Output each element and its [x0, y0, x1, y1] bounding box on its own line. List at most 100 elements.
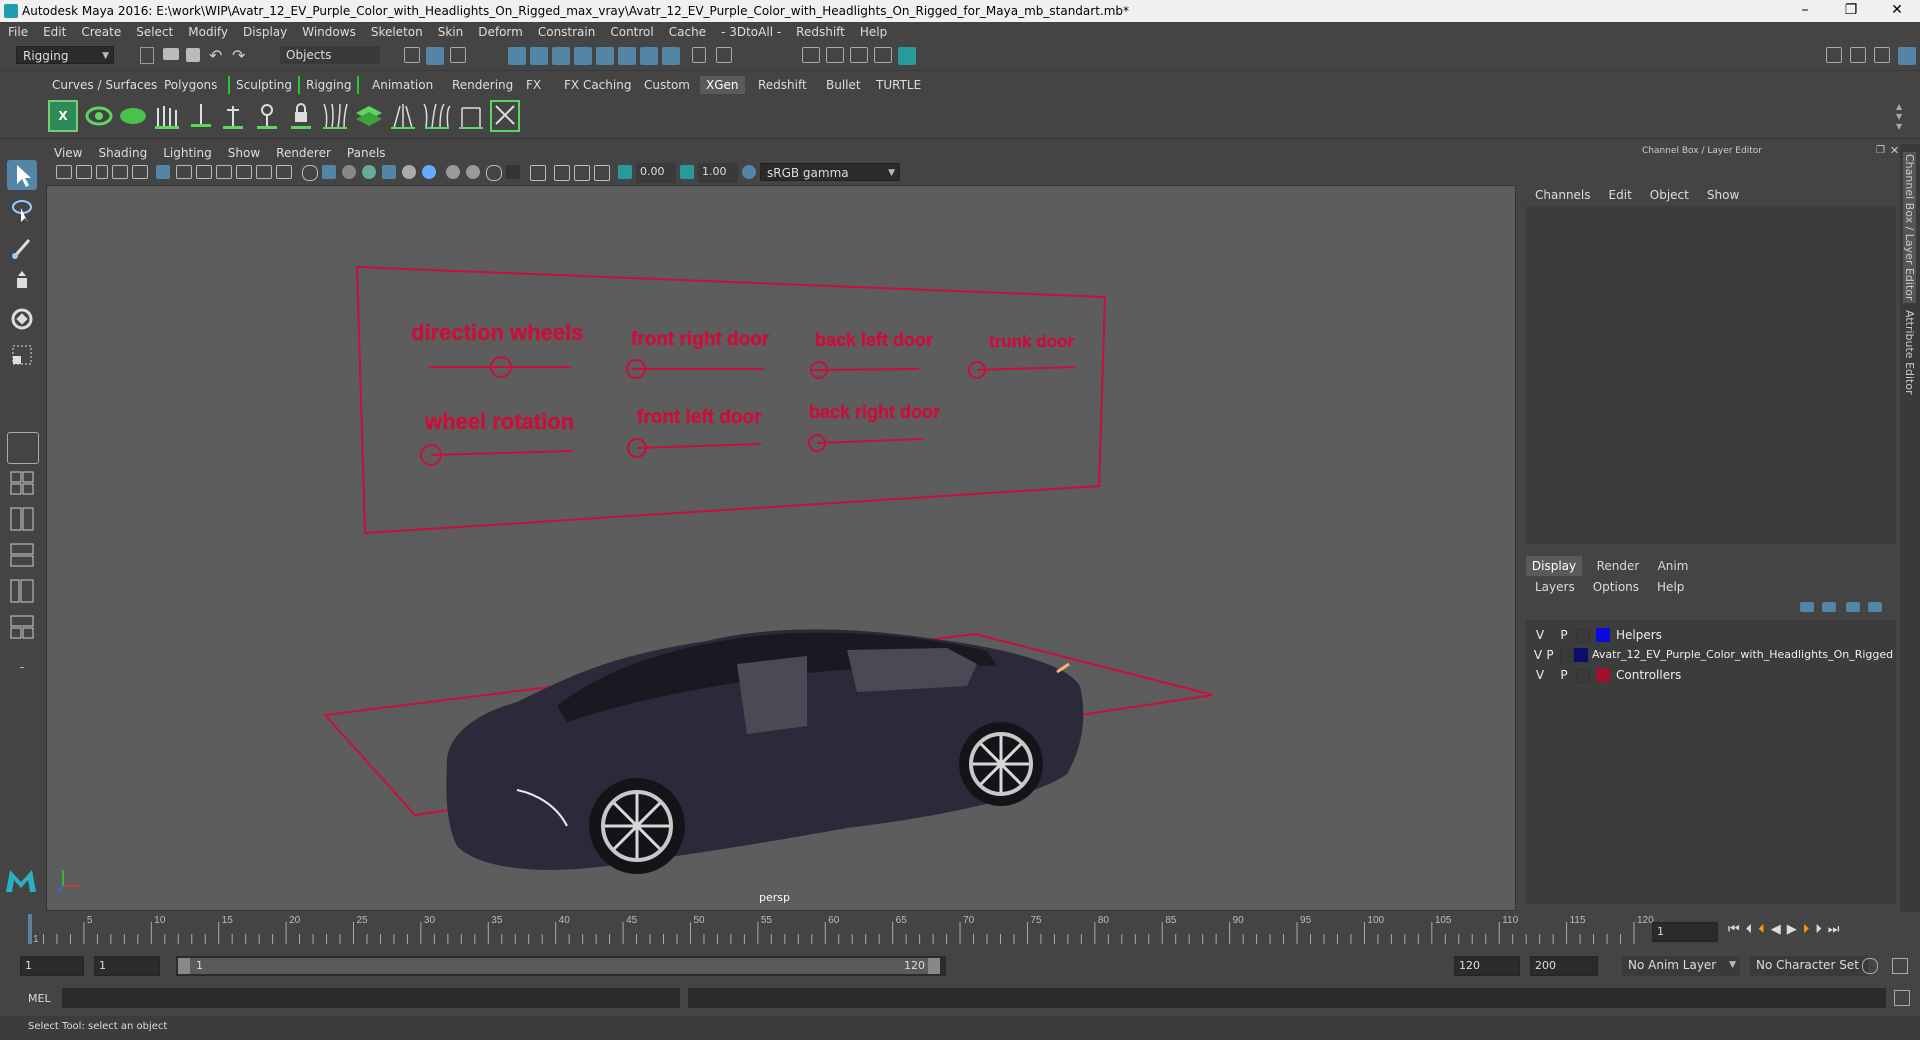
playback-start-field[interactable]: 1 — [94, 956, 160, 976]
use-lights-icon[interactable] — [382, 165, 396, 179]
step-forward-frame-icon[interactable]: ⏵ — [1815, 922, 1828, 937]
xgen-noise-icon[interactable] — [456, 100, 486, 132]
side-tab-channel-box[interactable]: Channel Box / Layer Editor — [1903, 152, 1916, 303]
wireframe-on-shaded-icon[interactable] — [342, 165, 356, 179]
shelf-tab-curves[interactable]: Curves / Surfaces — [46, 76, 163, 94]
history-icon[interactable] — [662, 47, 680, 65]
shelf-tab-fx-caching[interactable]: FX Caching — [558, 76, 637, 94]
color-management-icon[interactable] — [742, 165, 756, 179]
minimize-button[interactable]: – — [1782, 0, 1828, 22]
xgen-editor-icon[interactable]: X — [48, 100, 78, 132]
gamma-field[interactable]: 1.00 — [698, 163, 738, 183]
anim-layer-dropdown[interactable]: No Anim Layer ▼ — [1622, 956, 1740, 976]
layer-playback-toggle[interactable]: P — [1544, 648, 1556, 662]
exposure-icon[interactable] — [618, 165, 632, 179]
cb-menu-show[interactable]: Show — [1698, 188, 1748, 202]
select-hierarchy-icon[interactable] — [404, 47, 420, 63]
hypershade-layout-icon[interactable] — [7, 612, 37, 642]
menu-help[interactable]: Help — [852, 22, 894, 39]
close-panel-icon[interactable]: ✕ — [1890, 144, 1899, 157]
menu-select[interactable]: Select — [128, 22, 180, 39]
menu-edit[interactable]: Edit — [35, 22, 73, 39]
shelf-tab-bullet[interactable]: Bullet — [820, 76, 867, 94]
new-layer-icon[interactable] — [1846, 602, 1860, 612]
film-gate-icon[interactable] — [176, 165, 192, 179]
shelf-tab-polygons[interactable]: Polygons — [158, 76, 223, 94]
shelf-tab-rigging[interactable]: Rigging — [300, 76, 360, 94]
xgen-hair-icon[interactable] — [320, 100, 350, 132]
layer-row[interactable]: V P Avatr_12_EV_Purple_Color_with_Headli… — [1526, 646, 1896, 666]
perspective-viewport[interactable]: direction wheels front right door back l… — [46, 185, 1516, 911]
xray-components-icon[interactable] — [574, 165, 590, 181]
toggle-channel-box-icon[interactable] — [1898, 47, 1916, 65]
layer-tab-display[interactable]: Display — [1526, 556, 1582, 576]
layer-row[interactable]: V P Helpers — [1526, 626, 1896, 646]
layer-visibility-toggle[interactable]: V — [1532, 628, 1548, 642]
layer-visibility-toggle[interactable]: V — [1532, 668, 1548, 682]
current-frame-field[interactable]: 1 — [1652, 922, 1718, 942]
script-editor-icon[interactable] — [1894, 990, 1910, 1006]
xgen-guide-plus-icon[interactable] — [218, 100, 248, 132]
play-backwards-icon[interactable]: ◀ — [1771, 922, 1787, 937]
screen-space-ao-icon[interactable] — [422, 165, 436, 179]
range-handle[interactable] — [178, 958, 940, 974]
safe-title-icon[interactable] — [276, 165, 292, 179]
restore-button[interactable]: ❐ — [1828, 0, 1874, 22]
paint-select-tool-icon[interactable] — [7, 232, 37, 262]
menu-deform[interactable]: Deform — [470, 22, 530, 39]
layer-display-type[interactable] — [1576, 669, 1590, 683]
snap-point-icon[interactable] — [552, 47, 570, 65]
snap-curve-icon[interactable] — [530, 47, 548, 65]
depth-of-field-icon[interactable] — [486, 165, 502, 181]
menu-constrain[interactable]: Constrain — [530, 22, 603, 39]
layer-color-swatch[interactable] — [1596, 628, 1610, 642]
view-transform-dropdown[interactable]: sRGB gamma ▼ — [760, 163, 900, 181]
layer-display-type[interactable] — [1560, 649, 1574, 663]
shelf-tab-animation[interactable]: Animation — [366, 76, 439, 94]
make-live-icon[interactable] — [618, 47, 636, 65]
menu-control[interactable]: Control — [602, 22, 660, 39]
bookmark-icon[interactable] — [96, 165, 108, 179]
redo-icon[interactable]: ↷ — [232, 46, 250, 65]
shelf-tab-custom[interactable]: Custom — [638, 76, 696, 94]
shelf-tab-rendering[interactable]: Rendering — [446, 76, 519, 94]
layer-menu-options[interactable]: Options — [1584, 580, 1648, 594]
layer-display-type[interactable] — [1576, 629, 1590, 643]
move-layer-up-icon[interactable] — [1800, 602, 1814, 612]
selection-mode-dropdown[interactable]: Objects — [280, 46, 380, 64]
character-set-dropdown[interactable]: No Character Set — [1750, 956, 1868, 976]
backface-culling-icon[interactable] — [594, 165, 610, 181]
menu-skeleton[interactable]: Skeleton — [363, 22, 430, 39]
xray-joints-icon[interactable] — [554, 165, 570, 181]
render-view-icon[interactable] — [802, 47, 820, 63]
four-view-layout-icon[interactable] — [7, 468, 37, 498]
xgen-sculpt-guide-icon[interactable] — [252, 100, 282, 132]
2d-pan-zoom-icon[interactable] — [132, 165, 148, 179]
layer-row[interactable]: V P Controllers — [1526, 666, 1896, 686]
exposure-field[interactable]: 0.00 — [636, 163, 676, 183]
range-bar[interactable]: 1 120 — [176, 956, 946, 976]
scale-tool-icon[interactable] — [7, 340, 37, 370]
shelf-tab-sculpting[interactable]: Sculpting — [228, 76, 301, 94]
persp-outliner-layout-icon[interactable] — [7, 540, 37, 570]
step-forward-key-icon[interactable]: ⏵ — [1803, 922, 1816, 937]
render-settings-icon[interactable] — [874, 47, 892, 63]
toggle-tool-settings-icon[interactable] — [1874, 47, 1890, 63]
textured-icon[interactable] — [362, 165, 376, 179]
shelf-tab-redshift[interactable]: Redshift — [752, 76, 813, 94]
move-tool-icon[interactable] — [7, 268, 37, 298]
menu-modify[interactable]: Modify — [180, 22, 235, 39]
render-frame-icon[interactable] — [826, 47, 844, 63]
panel-menu-shading[interactable]: Shading — [90, 144, 155, 160]
playback-end-field[interactable]: 120 — [1454, 956, 1520, 976]
xgen-groom-icon[interactable] — [422, 100, 452, 132]
save-scene-icon[interactable] — [186, 48, 200, 62]
gamma-icon[interactable] — [680, 165, 694, 179]
time-slider[interactable]: 1 5 10 15 20 25 30 35 40 45 50 55 60 65 70 75 80 85 90 95 10… — [0, 912, 1920, 946]
snap-view-icon[interactable] — [596, 47, 614, 65]
wireframe-icon[interactable] — [302, 165, 318, 181]
panel-menu-lighting[interactable]: Lighting — [155, 144, 220, 160]
xgen-layers-icon[interactable] — [354, 100, 384, 132]
layer-menu-layers[interactable]: Layers — [1526, 580, 1584, 594]
image-plane-icon[interactable] — [112, 165, 128, 179]
